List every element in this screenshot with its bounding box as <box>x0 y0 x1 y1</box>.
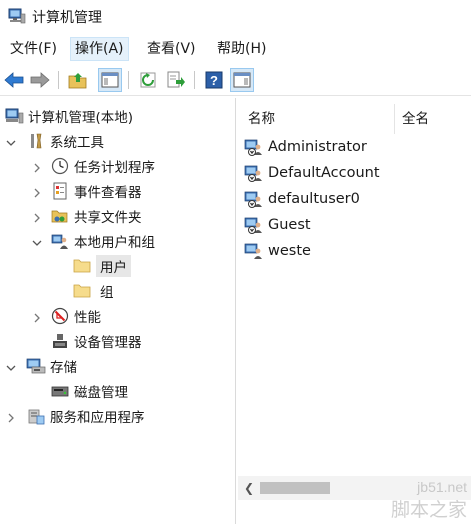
up-folder-icon[interactable] <box>66 68 90 92</box>
list-item[interactable]: Administrator <box>244 135 367 159</box>
list-item[interactable]: defaultuser0 <box>244 187 360 211</box>
list-item[interactable]: Guest <box>244 213 311 237</box>
device-manager-icon <box>50 331 70 351</box>
tree-item-services-apps[interactable]: 服务和应用程序 <box>26 404 145 428</box>
menu-bar: 文件(F) 操作(A) 查看(V) 帮助(H) <box>0 36 471 62</box>
tree-item-performance[interactable]: 性能 <box>50 304 101 328</box>
chevron-down-icon[interactable] <box>6 361 16 371</box>
computer-icon <box>4 106 24 126</box>
shared-folder-icon <box>50 206 70 226</box>
column-divider[interactable] <box>394 104 395 134</box>
watermark: jb51.net 脚本之家 <box>391 479 467 522</box>
disabled-user-icon <box>244 163 264 183</box>
user-name: Guest <box>268 217 311 233</box>
users-group-icon <box>50 231 70 251</box>
user-list-pane[interactable]: 名称 全名 Administrator DefaultAccount defau… <box>238 98 471 524</box>
title-bar: 计算机管理 <box>0 0 471 34</box>
user-name: weste <box>268 243 311 259</box>
tree-label: 计算机管理(本地) <box>28 110 134 126</box>
tree-label: 系统工具 <box>50 135 104 151</box>
tree-label: 性能 <box>74 310 101 326</box>
user-name: DefaultAccount <box>268 165 380 181</box>
tree-item-groups[interactable]: 组 <box>72 279 114 303</box>
user-name: defaultuser0 <box>268 191 360 207</box>
tree-label: 设备管理器 <box>74 335 142 351</box>
show-hide-action-pane-icon[interactable] <box>230 68 254 92</box>
chevron-down-icon[interactable] <box>32 236 42 246</box>
scrollbar-thumb[interactable] <box>260 482 330 494</box>
toolbar-separator <box>194 71 195 89</box>
tree-label: 共享文件夹 <box>74 210 142 226</box>
disabled-user-icon <box>244 215 264 235</box>
tree-item-system-tools[interactable]: 系统工具 <box>26 129 104 153</box>
disk-icon <box>50 381 70 401</box>
toolbar-separator <box>128 71 129 89</box>
tree-label: 事件查看器 <box>74 185 142 201</box>
show-hide-tree-icon[interactable] <box>98 68 122 92</box>
column-header-name[interactable]: 名称 <box>248 107 275 127</box>
menu-file[interactable]: 文件(F) <box>6 37 61 61</box>
computer-management-icon <box>8 8 26 24</box>
chevron-right-icon[interactable] <box>32 311 42 323</box>
toolbar-separator <box>58 71 59 89</box>
event-viewer-icon <box>50 181 70 201</box>
list-item[interactable]: DefaultAccount <box>244 161 380 185</box>
window-title: 计算机管理 <box>32 10 102 26</box>
tree-label: 本地用户和组 <box>74 235 155 251</box>
tree-item-shared-folders[interactable]: 共享文件夹 <box>50 204 142 228</box>
tree-label: 磁盘管理 <box>74 385 128 401</box>
list-column-header: 名称 全名 <box>238 104 471 134</box>
menu-help[interactable]: 帮助(H) <box>213 37 270 61</box>
svg-text:?: ? <box>210 73 218 88</box>
column-header-fullname[interactable]: 全名 <box>402 107 429 127</box>
tree-item-device-manager[interactable]: 设备管理器 <box>50 329 142 353</box>
tree-item-local-users-groups[interactable]: 本地用户和组 <box>50 229 155 253</box>
tree-label: 存储 <box>50 360 77 376</box>
chevron-right-icon[interactable] <box>6 411 16 423</box>
scroll-left-icon[interactable]: ❮ <box>242 480 256 496</box>
tree-item-event-viewer[interactable]: 事件查看器 <box>50 179 142 203</box>
back-arrow-icon[interactable] <box>2 68 26 92</box>
navigation-tree[interactable]: 计算机管理(本地) 系统工具 任务计划程序 事件查看器 共享文件夹 本地用户和组… <box>0 98 236 524</box>
tree-item-users[interactable]: 用户 <box>72 254 131 278</box>
folder-icon <box>72 256 92 276</box>
chevron-right-icon[interactable] <box>32 211 42 223</box>
export-list-icon[interactable] <box>164 68 188 92</box>
toolbar: ? <box>0 64 471 96</box>
help-icon[interactable]: ? <box>202 68 226 92</box>
services-icon <box>26 406 46 426</box>
user-icon <box>244 241 264 261</box>
tools-icon <box>26 131 46 151</box>
chevron-right-icon[interactable] <box>32 186 42 198</box>
tree-label: 服务和应用程序 <box>50 410 145 426</box>
list-item[interactable]: weste <box>244 239 311 263</box>
user-name: Administrator <box>268 139 367 155</box>
folder-icon <box>72 281 92 301</box>
tree-item-storage[interactable]: 存储 <box>26 354 77 378</box>
tree-item-disk-management[interactable]: 磁盘管理 <box>50 379 128 403</box>
refresh-icon[interactable] <box>136 68 160 92</box>
tree-label: 任务计划程序 <box>74 160 155 176</box>
disabled-user-icon <box>244 137 264 157</box>
chevron-down-icon[interactable] <box>6 136 16 146</box>
watermark-url: jb51.net <box>417 479 467 495</box>
watermark-brand: 脚本之家 <box>390 499 467 521</box>
tree-item-computer-management[interactable]: 计算机管理(本地) <box>4 104 133 128</box>
disabled-user-icon <box>244 189 264 209</box>
clock-icon <box>50 156 70 176</box>
tree-label: 用户 <box>96 255 131 277</box>
tree-item-task-scheduler[interactable]: 任务计划程序 <box>50 154 155 178</box>
menu-view[interactable]: 查看(V) <box>143 37 200 61</box>
forward-arrow-icon[interactable] <box>28 68 52 92</box>
tree-label: 组 <box>100 285 114 301</box>
chevron-right-icon[interactable] <box>32 161 42 173</box>
storage-icon <box>26 356 46 376</box>
menu-action[interactable]: 操作(A) <box>70 37 129 61</box>
performance-icon <box>50 306 70 326</box>
